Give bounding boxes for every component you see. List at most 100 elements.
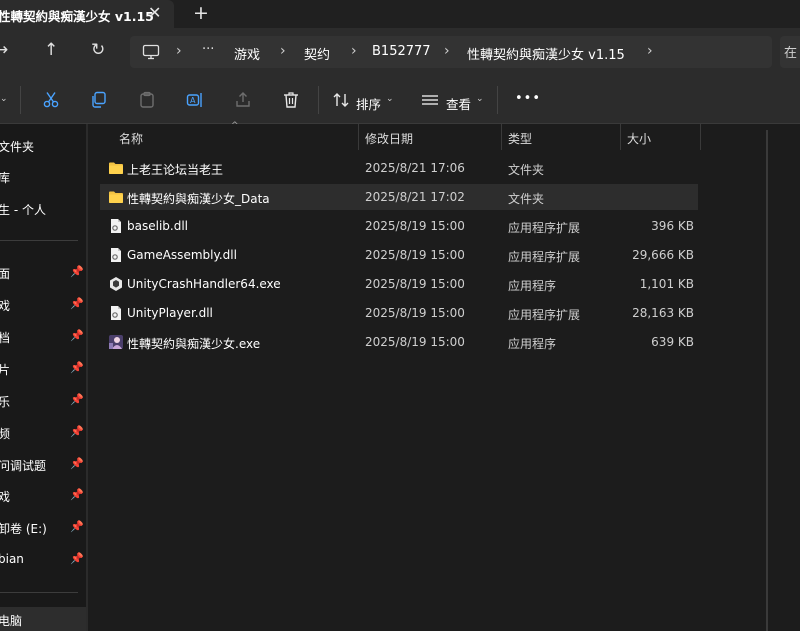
sidebar-item-library[interactable]: 库 (0, 166, 86, 188)
file-modified: 2025/8/21 17:02 (365, 190, 465, 204)
sidebar-item-label: 面 (0, 267, 11, 281)
column-header-size[interactable]: 大小 (627, 130, 651, 147)
sidebar-item-music[interactable]: 乐 📌 (0, 390, 86, 412)
sidebar-item-label: 频 (0, 427, 11, 441)
breadcrumb-item-current[interactable]: 性轉契約與痴漢少女 v1.15 (467, 44, 625, 63)
sidebar-item-debug[interactable]: 问调试题 📌 (0, 454, 86, 476)
sidebar-item-drive-e[interactable]: 卸卷 (E:) 📌 (0, 517, 86, 539)
file-size: 396 KB (651, 219, 694, 233)
chevron-down-icon[interactable]: ⌄ (476, 94, 484, 104)
sidebar-item-label: 电脑 (0, 614, 23, 628)
file-type: 应用程序扩展 (508, 308, 581, 322)
file-type: 应用程序扩展 (508, 250, 581, 264)
forward-icon[interactable]: → (0, 40, 8, 60)
file-size: 29,666 KB (632, 248, 694, 262)
file-row[interactable]: 性轉契約與痴漢少女_Data 2025/8/21 17:02 文件夹 (100, 184, 698, 210)
address-bar[interactable]: › ··· 游戏 › 契约 › B152777 › 性轉契約與痴漢少女 v1.1… (130, 36, 772, 68)
vertical-scrollbar[interactable] (766, 130, 768, 631)
file-name: 上老王论坛当老王 (127, 163, 224, 177)
file-modified: 2025/8/19 15:00 (365, 248, 465, 262)
view-button[interactable]: 查看 (446, 94, 471, 113)
file-modified: 2025/8/19 15:00 (365, 277, 465, 291)
sidebar-item-bian[interactable]: bian 📌 (0, 549, 86, 571)
chevron-right-icon[interactable]: › (176, 43, 182, 59)
cut-icon[interactable] (42, 91, 60, 109)
folder-icon (109, 191, 123, 203)
breadcrumb-item-qiyue[interactable]: 契约 (304, 44, 330, 63)
sidebar-divider (0, 592, 78, 593)
search-box[interactable]: 在 (780, 36, 800, 68)
chevron-right-icon[interactable]: › (280, 43, 286, 59)
pin-icon: 📌 (70, 393, 84, 406)
column-header-name[interactable]: 名称 (119, 130, 143, 147)
sidebar-item-games-2[interactable]: 戏 📌 (0, 485, 86, 507)
more-options-icon[interactable]: ••• (515, 91, 541, 106)
close-tab-icon[interactable]: ✕ (148, 3, 161, 22)
sidebar-item-desktop[interactable]: 面 📌 (0, 262, 86, 284)
dll-file-icon (111, 219, 121, 233)
rename-icon[interactable]: A (186, 91, 204, 109)
file-list: ^ 名称 修改日期 类型 大小 上老王论坛当老王 2025/8/21 17:06… (88, 121, 800, 631)
copy-icon[interactable] (90, 91, 108, 109)
dll-file-icon (111, 248, 121, 262)
sidebar-item-label: 乐 (0, 395, 11, 409)
file-row[interactable]: UnityCrashHandler64.exe 2025/8/19 15:00 … (100, 271, 698, 297)
file-modified: 2025/8/19 15:00 (365, 306, 465, 320)
breadcrumb-item-b152777[interactable]: B152777 (372, 44, 431, 59)
sidebar-item-label: 片 (0, 363, 11, 377)
pin-icon: 📌 (70, 457, 84, 470)
breadcrumb-overflow[interactable]: ··· (202, 42, 214, 57)
column-header-type[interactable]: 类型 (508, 130, 532, 147)
tab-title: 性轉契約與痴漢少女 v1.15 (0, 9, 154, 24)
column-divider[interactable] (620, 124, 621, 150)
chevron-right-icon[interactable]: › (351, 43, 357, 59)
file-name: 性轉契約與痴漢少女_Data (127, 192, 270, 206)
file-modified: 2025/8/19 15:00 (365, 219, 465, 233)
paste-icon[interactable] (138, 91, 156, 109)
sidebar-item-personal[interactable]: 生 - 个人 (0, 198, 86, 220)
dll-file-icon (111, 306, 121, 320)
sidebar-item-pictures[interactable]: 片 📌 (0, 358, 86, 380)
sidebar-item-documents[interactable]: 档 📌 (0, 326, 86, 348)
delete-icon[interactable] (282, 91, 300, 109)
chevron-right-icon[interactable]: › (444, 43, 450, 59)
this-pc-icon[interactable] (142, 44, 160, 60)
file-row[interactable]: GameAssembly.dll 2025/8/19 15:00 应用程序扩展 … (100, 242, 698, 268)
refresh-icon[interactable]: ↻ (91, 40, 105, 60)
game-exe-icon (109, 335, 123, 349)
sidebar-item-label: 生 - 个人 (0, 203, 46, 217)
svg-text:A: A (190, 96, 196, 105)
sidebar-item-this-pc[interactable]: 电脑 (0, 607, 86, 631)
chevron-down-icon[interactable]: ⌄ (386, 94, 394, 104)
column-divider[interactable] (501, 124, 502, 150)
sort-icon[interactable] (332, 92, 350, 108)
file-type: 应用程序 (508, 279, 557, 293)
column-divider[interactable] (700, 124, 701, 150)
file-row[interactable]: 性轉契約與痴漢少女.exe 2025/8/19 15:00 应用程序 639 K… (100, 329, 698, 355)
column-divider[interactable] (358, 124, 359, 150)
column-header-modified[interactable]: 修改日期 (365, 130, 413, 147)
file-row[interactable]: baselib.dll 2025/8/19 15:00 应用程序扩展 396 K… (100, 213, 698, 239)
chevron-right-icon[interactable]: › (647, 43, 653, 59)
chevron-down-icon[interactable]: ⌄ (0, 94, 8, 104)
sidebar-item-folder[interactable]: 文件夹 (0, 135, 86, 157)
sidebar-item-games[interactable]: 戏 📌 (0, 294, 86, 316)
file-modified: 2025/8/19 15:00 (365, 335, 465, 349)
sort-button[interactable]: 排序 (356, 94, 381, 113)
sidebar-item-videos[interactable]: 频 📌 (0, 422, 86, 444)
file-row[interactable]: 上老王论坛当老王 2025/8/21 17:06 文件夹 (100, 155, 698, 181)
file-size: 28,163 KB (632, 306, 694, 320)
breadcrumb-item-youxi[interactable]: 游戏 (234, 44, 260, 63)
new-tab-icon[interactable]: + (193, 2, 209, 24)
active-tab[interactable]: 性轉契約與痴漢少女 v1.15 ✕ (0, 0, 174, 28)
file-name: baselib.dll (127, 219, 188, 233)
pin-icon: 📌 (70, 297, 84, 310)
up-icon[interactable]: ↑ (44, 40, 58, 60)
file-type: 文件夹 (508, 192, 545, 206)
view-icon[interactable] (421, 94, 439, 106)
sidebar-item-label: 文件夹 (0, 140, 35, 154)
folder-icon (109, 162, 123, 174)
file-row[interactable]: UnityPlayer.dll 2025/8/19 15:00 应用程序扩展 2… (100, 300, 698, 326)
sidebar-item-label: 档 (0, 331, 11, 345)
share-icon[interactable] (234, 91, 252, 109)
